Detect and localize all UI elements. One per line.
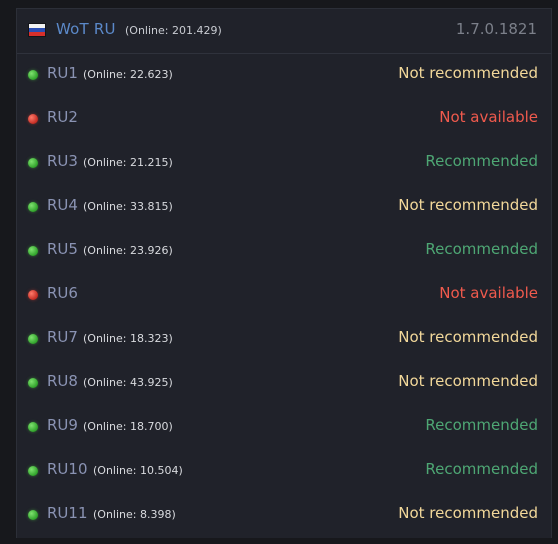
realm-header[interactable]: WoT RU (Online: 201.429) 1.7.0.1821 <box>17 9 551 54</box>
server-name: RU10 <box>47 460 88 478</box>
server-row-ru10[interactable]: RU10 (Online: 10.504) Recommended <box>17 449 551 493</box>
offline-status-dot-icon <box>28 114 38 124</box>
server-name: RU6 <box>47 284 78 302</box>
server-name: RU3 <box>47 152 78 170</box>
server-row-ru6[interactable]: RU6 Not available <box>17 273 551 317</box>
server-row-ru1[interactable]: RU1 (Online: 22.623) Not recommended <box>17 53 551 97</box>
realm-online-count: (Online: 201.429) <box>125 24 222 37</box>
server-status: Recommended <box>425 416 538 434</box>
online-status-dot-icon <box>28 246 38 256</box>
online-status-dot-icon <box>28 158 38 168</box>
online-status-dot-icon <box>28 202 38 212</box>
server-name: RU2 <box>47 108 78 126</box>
server-row-ru5[interactable]: RU5 (Online: 23.926) Recommended <box>17 229 551 273</box>
server-online-count: (Online: 10.504) <box>93 464 183 477</box>
online-status-dot-icon <box>28 70 38 80</box>
online-status-dot-icon <box>28 510 38 520</box>
online-status-dot-icon <box>28 422 38 432</box>
server-online-count: (Online: 43.925) <box>83 376 173 389</box>
server-status: Not recommended <box>398 196 538 214</box>
server-row-ru4[interactable]: RU4 (Online: 33.815) Not recommended <box>17 185 551 229</box>
server-name: RU1 <box>47 64 78 82</box>
online-status-dot-icon <box>28 466 38 476</box>
server-row-ru9[interactable]: RU9 (Online: 18.700) Recommended <box>17 405 551 449</box>
server-name: RU5 <box>47 240 78 258</box>
server-online-count: (Online: 22.623) <box>83 68 173 81</box>
server-name: RU11 <box>47 504 88 522</box>
server-name: RU7 <box>47 328 78 346</box>
server-status: Recommended <box>425 460 538 478</box>
server-name: RU9 <box>47 416 78 434</box>
server-name: RU4 <box>47 196 78 214</box>
server-online-count: (Online: 18.323) <box>83 332 173 345</box>
server-status: Not available <box>439 284 538 302</box>
server-status: Not recommended <box>398 372 538 390</box>
server-row-ru11[interactable]: RU11 (Online: 8.398) Not recommended <box>17 493 551 537</box>
server-row-ru8[interactable]: RU8 (Online: 43.925) Not recommended <box>17 361 551 405</box>
server-online-count: (Online: 21.215) <box>83 156 173 169</box>
server-online-count: (Online: 18.700) <box>83 420 173 433</box>
server-online-count: (Online: 33.815) <box>83 200 173 213</box>
online-status-dot-icon <box>28 334 38 344</box>
client-version: 1.7.0.1821 <box>455 20 537 38</box>
russia-flag-icon <box>29 24 45 36</box>
server-status: Not recommended <box>398 504 538 522</box>
server-status: Recommended <box>425 240 538 258</box>
server-status: Not available <box>439 108 538 126</box>
server-row-ru3[interactable]: RU3 (Online: 21.215) Recommended <box>17 141 551 185</box>
server-status: Not recommended <box>398 64 538 82</box>
server-status: Not recommended <box>398 328 538 346</box>
server-row-ru2[interactable]: RU2 Not available <box>17 97 551 141</box>
server-row-ru7[interactable]: RU7 (Online: 18.323) Not recommended <box>17 317 551 361</box>
server-name: RU8 <box>47 372 78 390</box>
online-status-dot-icon <box>28 378 38 388</box>
server-list-panel: WoT RU (Online: 201.429) 1.7.0.1821 RU1 (… <box>16 8 552 538</box>
server-status: Recommended <box>425 152 538 170</box>
server-online-count: (Online: 23.926) <box>83 244 173 257</box>
server-online-count: (Online: 8.398) <box>93 508 176 521</box>
offline-status-dot-icon <box>28 290 38 300</box>
realm-name: WoT RU <box>56 20 116 38</box>
